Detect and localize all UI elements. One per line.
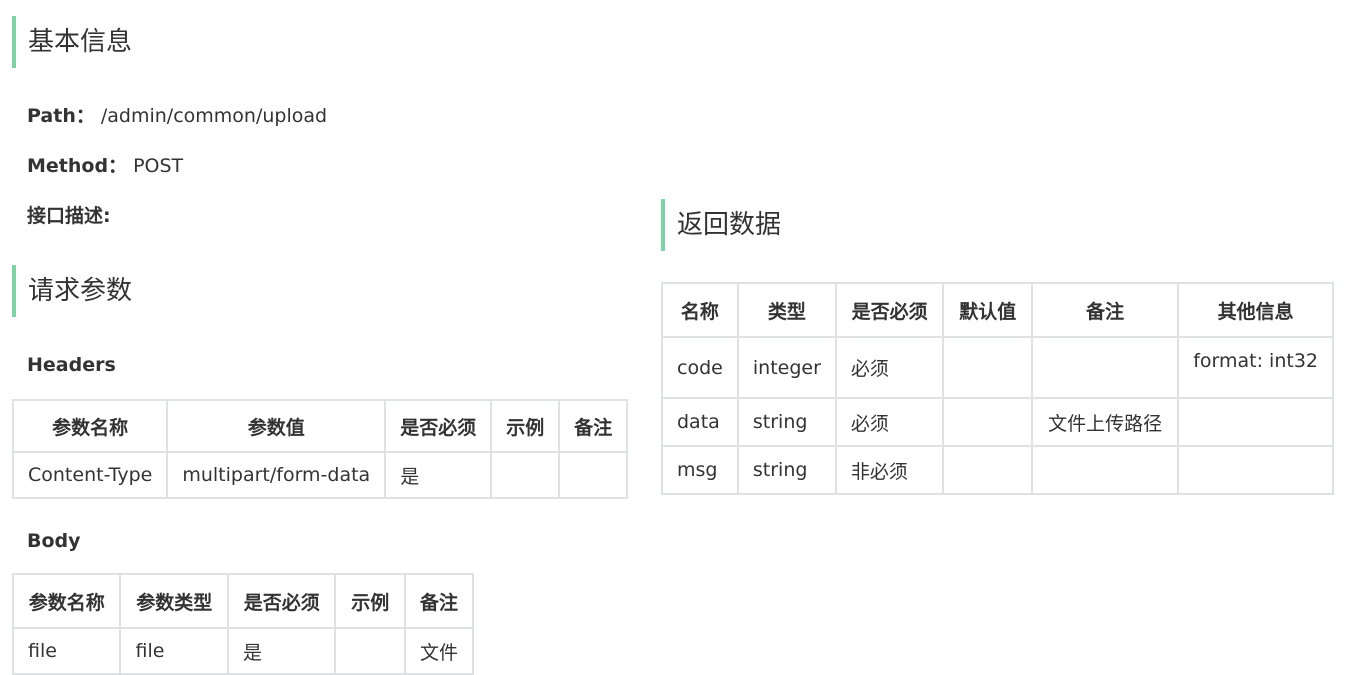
table-cell: 是 — [384, 451, 493, 499]
table-row: file file 是 文件 — [11, 627, 475, 675]
column-header: 参数类型 — [119, 573, 229, 629]
table-cell: 必须 — [834, 397, 945, 447]
table-cell: string — [736, 397, 837, 447]
column-header: 名称 — [661, 282, 739, 338]
table-cell — [334, 627, 406, 675]
column-header: 类型 — [736, 282, 837, 338]
path-field: Path：/admin/common/upload — [27, 104, 327, 128]
column-header: 备注 — [403, 573, 475, 629]
response-data-heading: 返回数据 — [661, 199, 781, 251]
body-label: Body — [27, 530, 81, 552]
description-field: 接口描述: — [27, 204, 111, 228]
table-row: Content-Type multipart/form-data 是 — [11, 451, 629, 499]
column-header: 示例 — [490, 399, 561, 453]
column-header: 参数值 — [166, 399, 387, 453]
column-header: 示例 — [334, 573, 406, 629]
table-cell: file — [11, 627, 122, 675]
headers-table-header-row: 参数名称 参数值 是否必须 示例 备注 — [11, 399, 629, 453]
table-cell: Content-Type — [11, 451, 169, 499]
method-field: Method： POST — [27, 154, 183, 178]
table-cell — [1177, 445, 1334, 495]
column-header: 其他信息 — [1177, 282, 1334, 338]
table-cell: msg — [661, 445, 739, 495]
table-cell — [558, 451, 629, 499]
table-cell: 是 — [226, 627, 337, 675]
path-label: Path： — [27, 105, 95, 127]
body-table-header-row: 参数名称 参数类型 是否必须 示例 备注 — [11, 573, 475, 629]
headers-label: Headers — [27, 354, 116, 376]
body-table: 参数名称 参数类型 是否必须 示例 备注 file file 是 文件 — [11, 573, 475, 675]
table-cell: 文件 — [403, 627, 475, 675]
table-cell — [942, 336, 1034, 399]
table-cell: format: int32 — [1177, 336, 1334, 399]
table-row: code integer 必须 format: int32 — [661, 336, 1334, 399]
table-cell: 必须 — [834, 336, 945, 399]
table-cell — [1031, 445, 1180, 495]
column-header: 是否必须 — [226, 573, 337, 629]
column-header: 参数名称 — [11, 573, 122, 629]
description-label: 接口描述: — [27, 205, 111, 227]
table-cell — [490, 451, 561, 499]
table-cell — [942, 445, 1034, 495]
table-cell — [942, 397, 1034, 447]
headers-table: 参数名称 参数值 是否必须 示例 备注 Content-Type multipa… — [11, 399, 629, 499]
table-cell — [1177, 397, 1334, 447]
table-row: msg string 非必须 — [661, 445, 1334, 495]
request-params-heading: 请求参数 — [12, 265, 132, 317]
column-header: 备注 — [558, 399, 629, 453]
table-cell — [1031, 336, 1180, 399]
response-table: 名称 类型 是否必须 默认值 备注 其他信息 code integer 必须 f… — [661, 282, 1334, 495]
table-cell: 文件上传路径 — [1031, 397, 1180, 447]
basic-info-heading: 基本信息 — [12, 16, 132, 68]
table-cell: multipart/form-data — [166, 451, 387, 499]
table-cell: 非必须 — [834, 445, 945, 495]
table-cell: code — [661, 336, 739, 399]
column-header: 是否必须 — [384, 399, 493, 453]
table-cell: file — [119, 627, 229, 675]
column-header: 是否必须 — [834, 282, 945, 338]
table-cell: data — [661, 397, 739, 447]
path-value: /admin/common/upload — [100, 105, 328, 127]
method-value: POST — [133, 155, 184, 177]
table-cell: string — [736, 445, 837, 495]
column-header: 备注 — [1031, 282, 1180, 338]
table-cell: integer — [736, 336, 837, 399]
column-header: 默认值 — [942, 282, 1034, 338]
column-header: 参数名称 — [11, 399, 169, 453]
table-row: data string 必须 文件上传路径 — [661, 397, 1334, 447]
method-label: Method： — [27, 155, 128, 177]
response-table-header-row: 名称 类型 是否必须 默认值 备注 其他信息 — [661, 282, 1334, 338]
